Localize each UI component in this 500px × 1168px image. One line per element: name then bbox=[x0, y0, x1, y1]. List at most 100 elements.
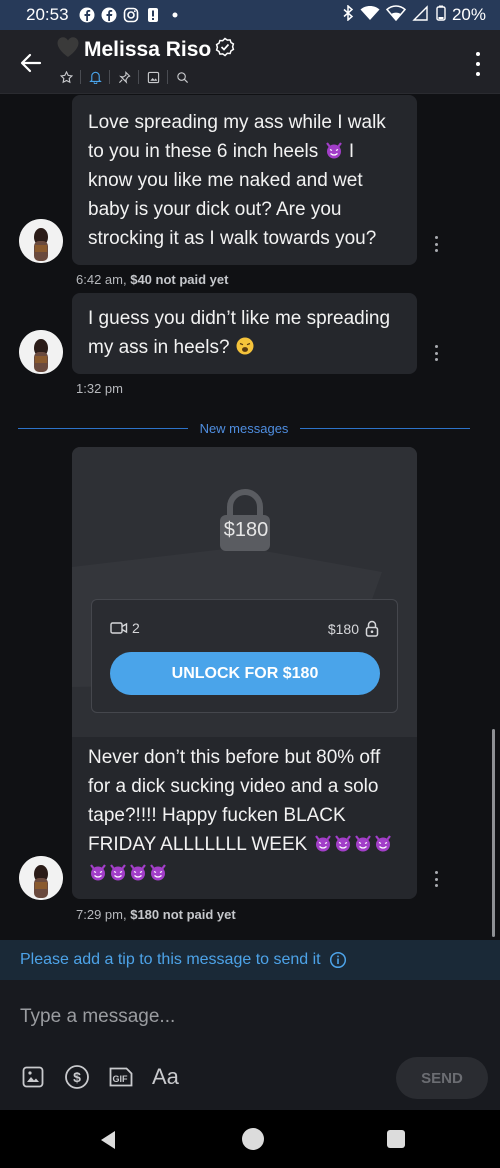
facebook-icon bbox=[79, 7, 95, 23]
smiling-devil-emoji-icon bbox=[324, 141, 344, 162]
message-text-line: tape?!!!! Happy fucken BLACK bbox=[88, 805, 346, 826]
message-text-line: my ass in heels? bbox=[88, 333, 401, 362]
nav-back-icon[interactable] bbox=[99, 1130, 117, 1150]
nav-recents-icon[interactable] bbox=[387, 1130, 405, 1148]
smiling-devil-emoji-icon bbox=[128, 863, 148, 884]
message-text-line: baby is your dick out? Are you bbox=[88, 199, 342, 220]
back-arrow-icon bbox=[20, 53, 42, 73]
smiling-devil-emoji-icon bbox=[333, 834, 353, 855]
toolbar-separator bbox=[167, 70, 168, 84]
tip-banner[interactable]: Please add a tip to this message to send… bbox=[0, 940, 500, 980]
smiling-devil-emoji-icon bbox=[148, 863, 168, 884]
message-bubble[interactable]: I guess you didn’t like me spreading my … bbox=[72, 293, 417, 374]
tip-banner-text: Please add a tip to this message to send… bbox=[20, 951, 321, 968]
alert-icon bbox=[145, 7, 161, 23]
message-price-note: $40 not paid yet bbox=[130, 272, 229, 287]
media-count: 2 bbox=[110, 620, 140, 636]
battery-icon bbox=[436, 5, 446, 26]
more-options-icon[interactable] bbox=[472, 52, 484, 76]
message-text-line: Never don’t this before but 80% off bbox=[88, 747, 381, 768]
smiling-devil-emoji-icon bbox=[108, 863, 128, 884]
avatar[interactable] bbox=[19, 856, 63, 900]
image-icon[interactable] bbox=[142, 68, 164, 86]
info-icon[interactable] bbox=[329, 951, 347, 969]
pin-icon[interactable] bbox=[113, 68, 135, 86]
bell-icon[interactable] bbox=[84, 68, 106, 86]
padlock-icon bbox=[365, 620, 379, 637]
message-price-note: $180 not paid yet bbox=[130, 907, 236, 922]
message-options-icon[interactable] bbox=[433, 871, 439, 887]
black-heart-icon bbox=[56, 36, 80, 63]
message-time: 1:32 pm bbox=[76, 381, 123, 396]
back-button[interactable] bbox=[14, 46, 48, 80]
battery-level: 20% bbox=[451, 5, 486, 24]
dot-icon bbox=[167, 7, 183, 23]
attach-image-icon[interactable] bbox=[20, 1064, 46, 1090]
locked-message-card[interactable]: $180 2 $180 UNLOCK FOR $180 Never don’t … bbox=[72, 447, 417, 899]
composer-tools: $ GIF Aa bbox=[20, 1064, 179, 1090]
message-meta: 6:42 am, $40 not paid yet bbox=[76, 272, 228, 287]
chat-header: Melissa Riso bbox=[0, 30, 500, 94]
star-icon[interactable] bbox=[55, 68, 77, 86]
weary-face-emoji-icon bbox=[235, 337, 255, 358]
message-meta: 1:32 pm bbox=[76, 381, 123, 396]
video-camera-icon bbox=[110, 622, 128, 634]
message-list[interactable]: Love spreading my ass while I walk to yo… bbox=[0, 95, 500, 940]
media-price: $180 bbox=[328, 620, 379, 637]
wifi-icon bbox=[360, 5, 380, 26]
system-nav-bar bbox=[0, 1110, 500, 1168]
toolbar-separator bbox=[138, 70, 139, 84]
toolbar-separator bbox=[80, 70, 81, 84]
divider-line bbox=[18, 427, 188, 429]
svg-text:$: $ bbox=[73, 1069, 81, 1085]
message-text-line: strocking it as I walk towards you? bbox=[88, 228, 377, 249]
cell-signal-icon bbox=[412, 4, 430, 26]
locked-media-box: 2 $180 UNLOCK FOR $180 bbox=[91, 599, 398, 713]
message-text-line: I guess you didn’t like me spreading bbox=[88, 308, 391, 329]
toolbar-separator bbox=[109, 70, 110, 84]
message-meta: 7:29 pm, $180 not paid yet bbox=[76, 907, 236, 922]
unlock-button[interactable]: UNLOCK FOR $180 bbox=[110, 652, 380, 695]
text-format-button[interactable]: Aa bbox=[152, 1064, 179, 1090]
chat-title[interactable]: Melissa Riso bbox=[84, 38, 211, 62]
message-text-line: for a dick sucking video and a solo bbox=[88, 776, 379, 797]
message-input[interactable] bbox=[20, 1002, 480, 1032]
message-bubble[interactable]: Love spreading my ass while I walk to yo… bbox=[72, 95, 417, 265]
facebook-icon bbox=[101, 7, 117, 23]
dollar-icon[interactable]: $ bbox=[64, 1064, 90, 1090]
message-text: Never don’t this before but 80% off for … bbox=[88, 743, 406, 888]
verified-badge-icon bbox=[215, 37, 235, 62]
new-messages-divider: New messages bbox=[18, 418, 470, 438]
message-text-line: to you in these 6 inch heels I bbox=[88, 141, 355, 162]
divider-line bbox=[300, 427, 470, 429]
divider-label: New messages bbox=[199, 420, 289, 436]
avatar[interactable] bbox=[19, 219, 63, 263]
message-composer: $ GIF Aa SEND bbox=[0, 980, 500, 1110]
smiling-devil-emoji-icon bbox=[353, 834, 373, 855]
scrollbar[interactable] bbox=[492, 729, 495, 937]
gif-icon[interactable]: GIF bbox=[108, 1064, 134, 1090]
status-bar: 20:53 20% bbox=[0, 0, 500, 30]
nav-home-icon[interactable] bbox=[242, 1128, 264, 1150]
header-toolbar bbox=[55, 68, 193, 86]
smiling-devil-emoji-icon bbox=[373, 834, 393, 855]
message-text-line: Love spreading my ass while I walk bbox=[88, 112, 386, 133]
message-emoji-line bbox=[88, 859, 406, 888]
smiling-devil-emoji-icon bbox=[313, 834, 333, 855]
message-text-line: FRIDAY ALLLLLLL WEEK bbox=[88, 830, 406, 859]
message-options-icon[interactable] bbox=[433, 236, 439, 252]
avatar[interactable] bbox=[19, 330, 63, 374]
send-button[interactable]: SEND bbox=[396, 1057, 488, 1099]
message-time: 6:42 am, bbox=[76, 272, 127, 287]
locked-price-badge: $180 bbox=[223, 519, 269, 541]
bluetooth-icon bbox=[342, 3, 354, 26]
search-icon[interactable] bbox=[171, 68, 193, 86]
smiling-devil-emoji-icon bbox=[88, 863, 108, 884]
message-options-icon[interactable] bbox=[433, 345, 439, 361]
svg-text:GIF: GIF bbox=[113, 1074, 129, 1084]
signal-icon bbox=[385, 4, 407, 26]
message-time: 7:29 pm, bbox=[76, 907, 127, 922]
message-text-line: know you like me naked and wet bbox=[88, 170, 363, 191]
instagram-icon bbox=[123, 7, 139, 23]
status-time: 20:53 bbox=[26, 5, 69, 24]
